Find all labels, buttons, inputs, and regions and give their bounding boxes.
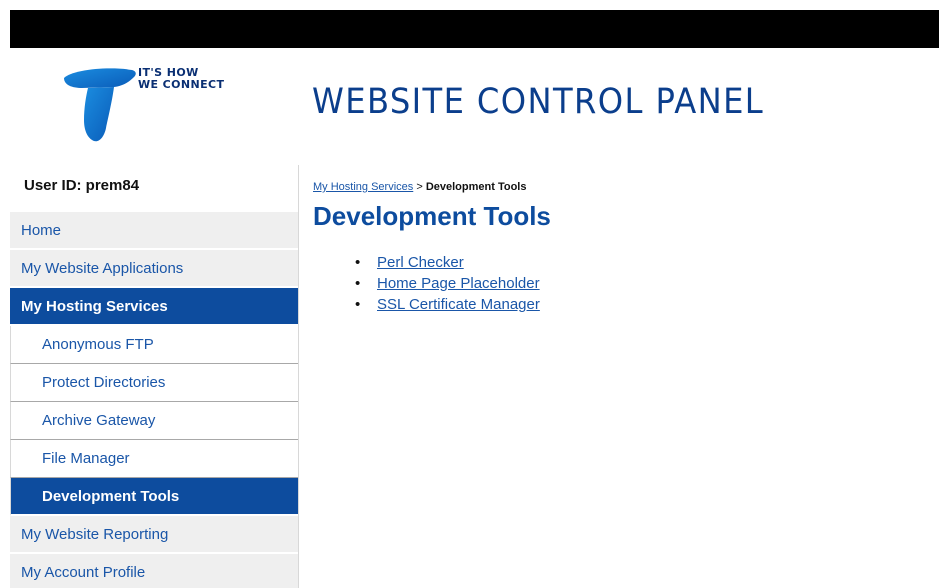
- user-id-label: User ID: prem84: [24, 177, 140, 194]
- top-bar: [10, 10, 939, 48]
- sidebar-item-development-tools[interactable]: Development Tools: [10, 478, 298, 516]
- bullet-icon: •: [355, 296, 361, 313]
- control-panel-title: WEBSITE CONTROL PANEL: [312, 82, 765, 122]
- breadcrumb-separator: >: [413, 181, 426, 193]
- sidebar-item-protect-directories[interactable]: Protect Directories: [10, 364, 298, 402]
- link-perl-checker[interactable]: Perl Checker: [377, 254, 464, 271]
- breadcrumb: My Hosting Services > Development Tools: [313, 180, 913, 194]
- brand-tagline: IT'S HOW WE CONNECT: [138, 67, 224, 91]
- bullet-icon: •: [355, 275, 361, 292]
- sidebar-item-home[interactable]: Home: [10, 212, 298, 250]
- breadcrumb-link-my-hosting-services[interactable]: My Hosting Services: [313, 181, 413, 193]
- sidebar-item-file-manager[interactable]: File Manager: [10, 440, 298, 478]
- link-ssl-certificate-manager[interactable]: SSL Certificate Manager: [377, 296, 540, 313]
- page-title: Development Tools: [313, 201, 551, 231]
- page: IT'S HOW WE CONNECT WEBSITE CONTROL PANE…: [0, 0, 939, 588]
- telstra-t-logo-icon: [64, 68, 136, 142]
- sidebar-nav: User ID: prem84 Home My Website Applicat…: [10, 165, 299, 588]
- main-content: My Hosting Services > Development Tools …: [313, 180, 913, 316]
- list-item: • Home Page Placeholder: [351, 274, 913, 295]
- sidebar-item-archive-gateway[interactable]: Archive Gateway: [10, 402, 298, 440]
- tagline-line-2: WE CONNECT: [138, 78, 225, 91]
- tools-list: • Perl Checker • Home Page Placeholder •…: [351, 253, 913, 316]
- sidebar-item-my-website-reporting[interactable]: My Website Reporting: [10, 516, 298, 554]
- sidebar-item-my-account-profile[interactable]: My Account Profile: [10, 554, 298, 588]
- sidebar-item-my-hosting-services[interactable]: My Hosting Services: [10, 288, 298, 326]
- list-item: • Perl Checker: [351, 253, 913, 274]
- sidebar-item-my-website-applications[interactable]: My Website Applications: [10, 250, 298, 288]
- bullet-icon: •: [355, 254, 361, 271]
- link-home-page-placeholder[interactable]: Home Page Placeholder: [377, 275, 540, 292]
- list-item: • SSL Certificate Manager: [351, 295, 913, 316]
- breadcrumb-current: Development Tools: [425, 181, 527, 193]
- sidebar-item-anonymous-ftp[interactable]: Anonymous FTP: [10, 326, 298, 364]
